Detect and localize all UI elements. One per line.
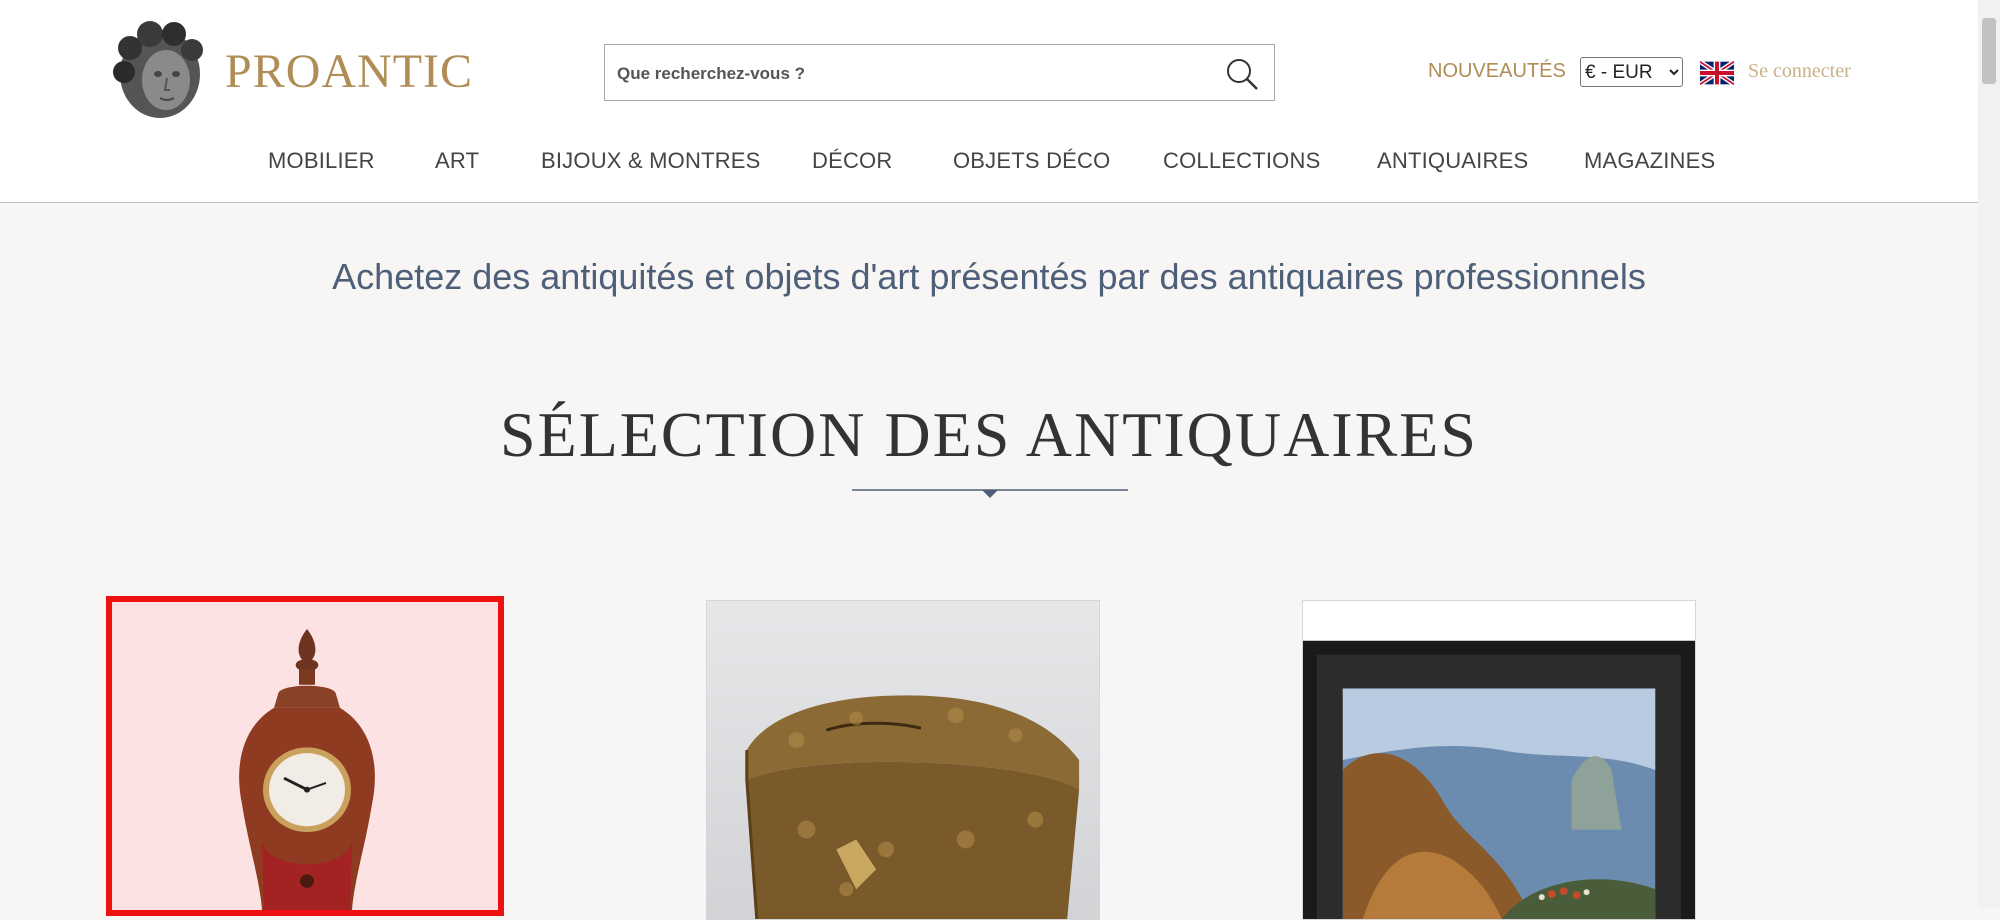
nouveautes-link[interactable]: NOUVEAUTÉS (1428, 60, 1566, 83)
tagline: Achetez des antiquités et objets d'art p… (332, 256, 1646, 297)
main-nav: MOBILIER ART BIJOUX & MONTRES DÉCOR OBJE… (0, 148, 1978, 178)
brand-name[interactable]: PROANTIC (225, 44, 473, 99)
nav-item-mobilier[interactable]: MOBILIER (268, 148, 375, 174)
nav-item-magazines[interactable]: MAGAZINES (1584, 148, 1715, 174)
site-header: PROANTIC NOUVEAUTÉS € - EUR Se connecter… (0, 0, 1978, 203)
embossed-leather-box-image[interactable] (707, 601, 1099, 919)
page-scrollbar[interactable] (1978, 0, 2000, 908)
nav-item-bijoux-montres[interactable]: BIJOUX & MONTRES (541, 148, 761, 174)
currency-select[interactable]: € - EUR (1580, 57, 1683, 87)
nav-item-antiquaires[interactable]: ANTIQUAIRES (1377, 148, 1528, 174)
nav-item-decor[interactable]: DÉCOR (812, 148, 892, 174)
product-card-painting[interactable] (1302, 600, 1696, 920)
nav-item-collections[interactable]: COLLECTIONS (1163, 148, 1320, 174)
product-card-box[interactable] (706, 600, 1100, 920)
title-divider (852, 489, 1128, 498)
scrollbar-thumb[interactable] (1982, 18, 1996, 84)
logo-head-icon[interactable] (110, 20, 210, 124)
framed-landscape-painting-image[interactable] (1303, 601, 1695, 919)
mantel-clock-image[interactable] (112, 602, 498, 910)
search-input[interactable] (615, 55, 1199, 93)
login-link[interactable]: Se connecter (1748, 60, 1851, 83)
search-icon[interactable] (1224, 56, 1260, 92)
search-box (604, 44, 1275, 101)
uk-flag-icon[interactable] (1700, 61, 1734, 85)
nav-item-objets-deco[interactable]: OBJETS DÉCO (953, 148, 1110, 174)
section-title: SÉLECTION DES ANTIQUAIRES (500, 399, 1478, 470)
product-card-clock[interactable] (106, 596, 504, 916)
nav-item-art[interactable]: ART (435, 148, 479, 174)
